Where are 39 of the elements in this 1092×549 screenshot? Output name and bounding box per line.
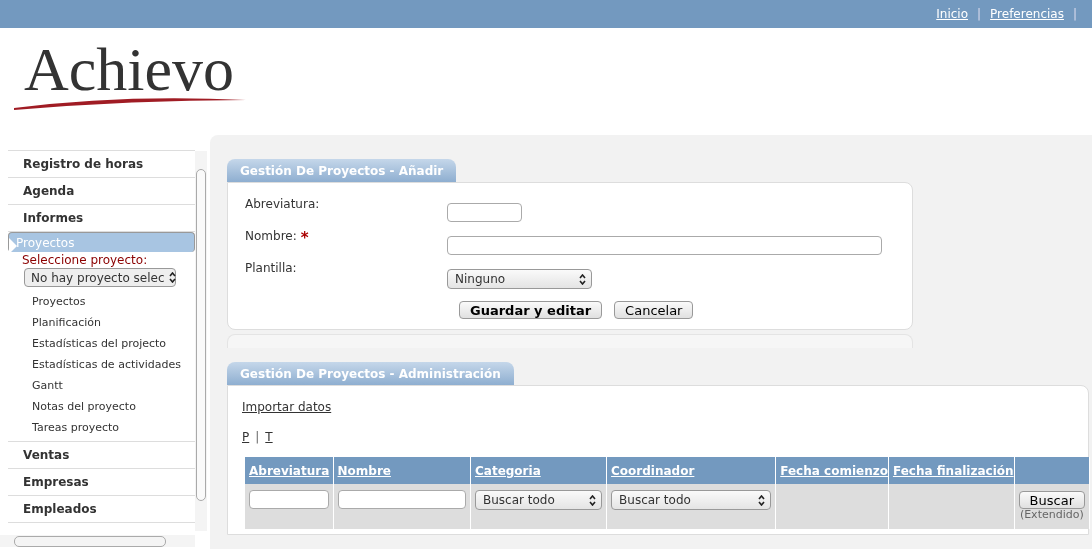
cancel-button[interactable]: Cancelar xyxy=(614,301,694,319)
field-label: Nombre: xyxy=(245,229,297,243)
updown-icon xyxy=(758,494,766,506)
submenu-item[interactable]: Estadísticas del projecto xyxy=(22,333,195,354)
filter-field[interactable] xyxy=(337,490,466,509)
submenu-item[interactable]: Planificación xyxy=(22,312,195,333)
logo-text: Achievo xyxy=(24,38,235,100)
pointer-icon xyxy=(9,238,17,254)
import-link[interactable]: Importar datos xyxy=(242,400,332,414)
select-field[interactable]: Ninguno xyxy=(447,269,592,289)
separator: | xyxy=(977,7,982,21)
filter-field[interactable] xyxy=(249,490,329,509)
updown-icon xyxy=(168,272,176,283)
required-mark: * xyxy=(300,229,309,247)
updown-icon xyxy=(589,494,597,506)
separator: | xyxy=(1072,7,1077,21)
submenu-item[interactable]: Gantt xyxy=(22,375,195,396)
input-field[interactable] xyxy=(447,203,522,222)
filter-select[interactable]: Buscar todo xyxy=(611,490,772,510)
select-label: Seleccione proyecto: xyxy=(22,253,149,267)
scrollbar[interactable] xyxy=(0,535,195,547)
scrollbar[interactable] xyxy=(195,151,207,531)
submenu-item[interactable]: Estadísticas de actividades xyxy=(22,354,195,375)
menu-item[interactable]: Registro de horas xyxy=(8,150,195,178)
submenu-item[interactable]: Tareas proyecto xyxy=(22,417,195,438)
field-label: Abreviatura: xyxy=(245,197,320,211)
updown-icon xyxy=(579,273,586,285)
index-link[interactable]: P xyxy=(242,430,250,444)
search-button[interactable]: Buscar xyxy=(1018,491,1085,509)
submenu-item[interactable]: Notas del proyecto xyxy=(22,396,195,417)
extended-link[interactable]: (Extendido) xyxy=(1018,509,1085,521)
submenu-item[interactable]: Proyectos xyxy=(22,291,195,312)
index-link[interactable]: T xyxy=(265,430,273,444)
field-label: Plantilla: xyxy=(245,261,297,275)
project-select[interactable]: No hay proyecto selec xyxy=(24,268,176,287)
input-field[interactable] xyxy=(447,236,882,255)
separator: | xyxy=(255,430,260,444)
filter-select[interactable]: Buscar todo xyxy=(475,490,603,510)
save-button[interactable]: Guardar y editar xyxy=(459,301,603,319)
